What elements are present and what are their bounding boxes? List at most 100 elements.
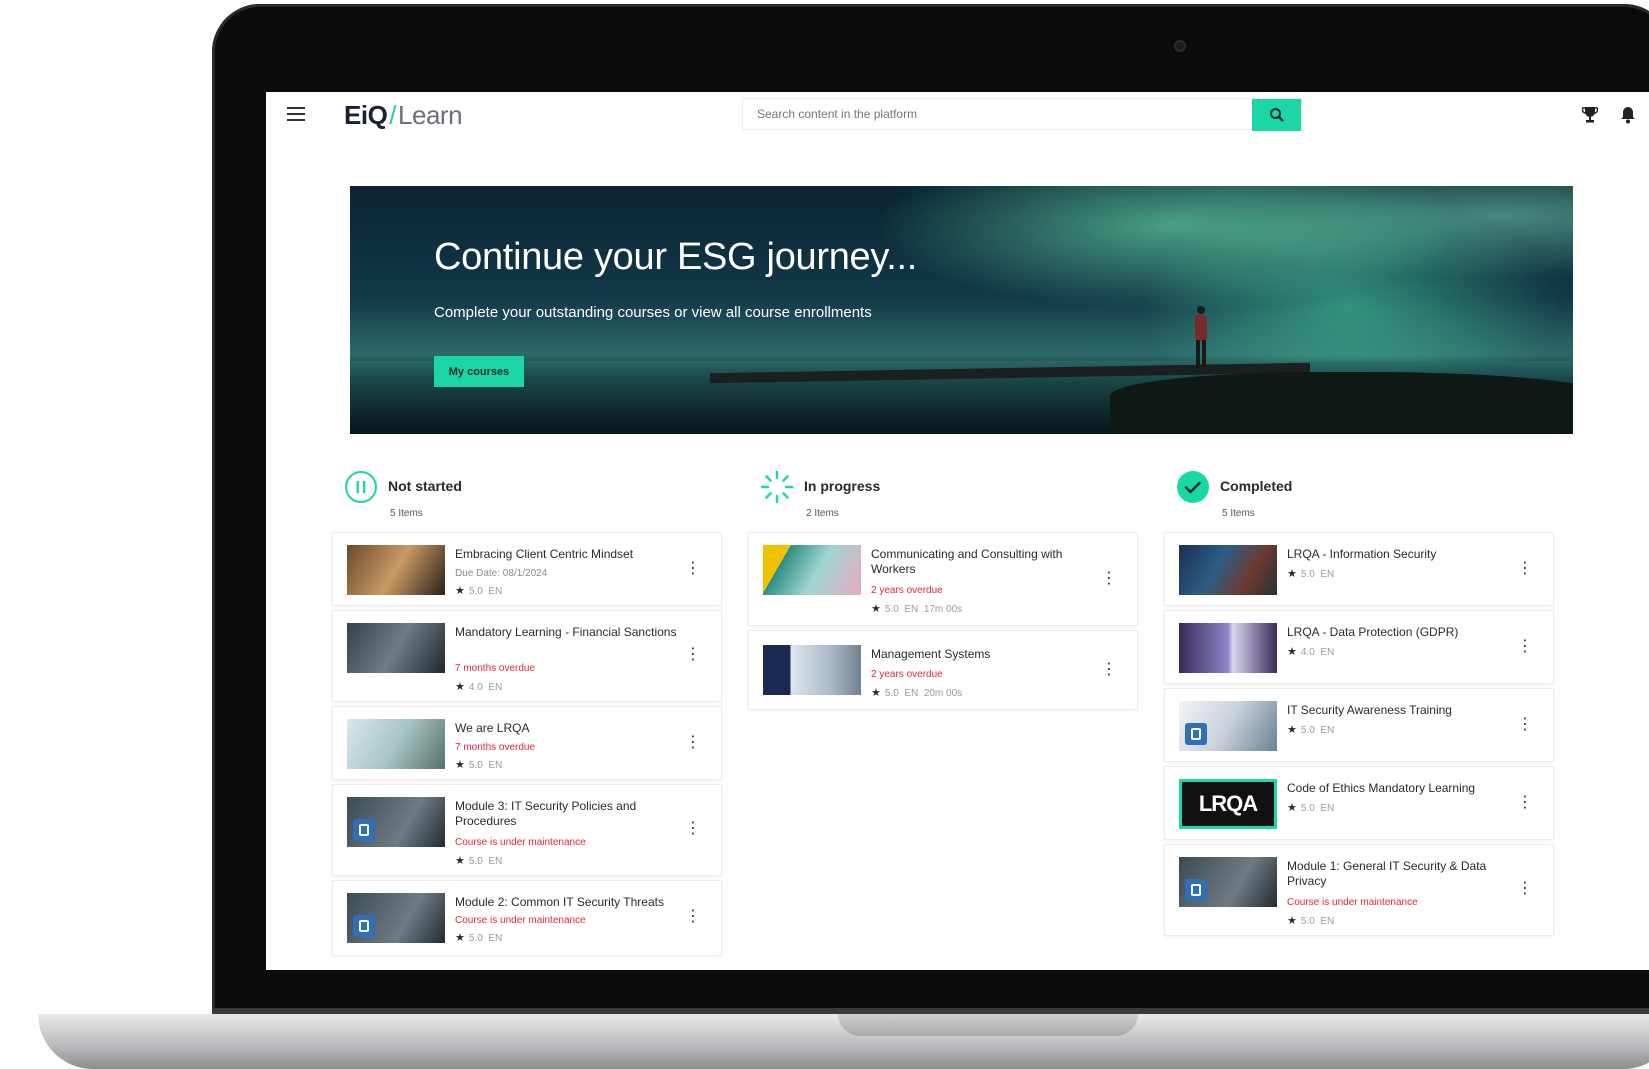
course-title: IT Security Awareness Training: [1287, 703, 1452, 717]
course-rating: ★ 5.0 EN 17m 00s: [871, 603, 963, 615]
due-date: Due Date: 08/1/2024: [455, 568, 548, 579]
column-completed: Completed 5 Items LRQA - Information Sec…: [1164, 470, 1554, 940]
maintenance-label: Course is under maintenance: [455, 915, 586, 926]
course-rating: ★ 5.0 EN: [1287, 802, 1335, 814]
kebab-icon[interactable]: ⋮: [1101, 571, 1117, 589]
course-title: LRQA - Data Protection (GDPR): [1287, 625, 1459, 639]
hero-banner: Continue your ESG journey... Complete yo…: [350, 186, 1573, 434]
course-card[interactable]: Module 1: General IT Security & Data Pri…: [1164, 844, 1554, 936]
my-courses-button[interactable]: My courses: [434, 356, 524, 387]
search-icon: [1269, 108, 1284, 122]
course-card[interactable]: LRQA Code of Ethics Mandatory Learning ★…: [1164, 766, 1554, 840]
column-in-progress: In progress 2 Items Communicating and Co…: [748, 470, 1138, 714]
column-count: 5 Items: [390, 508, 423, 519]
course-title: Module 1: General IT Security & Data Pri…: [1287, 859, 1487, 888]
column-count: 5 Items: [1222, 508, 1255, 519]
column-not-started: Not started 5 Items Embracing Client Cen…: [332, 470, 722, 960]
star-icon: ★: [1287, 915, 1297, 927]
column-count: 2 Items: [806, 508, 839, 519]
kebab-icon[interactable]: ⋮: [1101, 662, 1117, 680]
pause-icon: [345, 471, 377, 503]
camera-icon: [1174, 40, 1186, 52]
course-title: LRQA - Information Security: [1287, 547, 1437, 561]
course-thumbnail: [347, 545, 445, 595]
course-card[interactable]: IT Security Awareness Training ★ 5.0 EN ⋮: [1164, 688, 1554, 762]
search-bar: [742, 98, 1302, 131]
star-icon: ★: [871, 687, 881, 699]
course-thumbnail: [763, 645, 861, 695]
menu-icon[interactable]: [287, 107, 305, 121]
hero-subtitle: Complete your outstanding courses or vie…: [434, 304, 872, 321]
star-icon: ★: [1287, 724, 1297, 736]
course-title: Communicating and Consulting with Worker…: [871, 547, 1063, 576]
lock-icon: [1185, 723, 1207, 745]
course-card[interactable]: Communicating and Consulting with Worker…: [748, 532, 1138, 626]
bell-icon[interactable]: [1620, 106, 1636, 124]
course-card[interactable]: We are LRQA 7 months overdue ★ 5.0 EN ⋮: [332, 706, 722, 780]
kebab-icon[interactable]: ⋮: [1517, 639, 1533, 657]
kebab-icon[interactable]: ⋮: [1517, 717, 1533, 735]
course-title: Module 3: IT Security Policies and Proce…: [455, 799, 637, 828]
course-rating: ★ 5.0 EN: [1287, 915, 1335, 927]
kebab-icon[interactable]: ⋮: [685, 735, 701, 753]
kebab-icon[interactable]: ⋮: [685, 821, 701, 839]
course-title: Mandatory Learning - Financial Sanctions: [455, 625, 677, 639]
course-thumbnail: [1179, 857, 1277, 907]
course-title: Code of Ethics Mandatory Learning: [1287, 781, 1476, 795]
overdue-label: 7 months overdue: [455, 663, 536, 674]
course-card[interactable]: Embracing Client Centric Mindset Due Dat…: [332, 532, 722, 606]
top-bar: EiQ/Learn: [266, 92, 1649, 140]
laptop-base: [38, 1014, 1649, 1069]
course-rating: ★ 5.0 EN: [455, 932, 503, 944]
star-icon: ★: [455, 855, 465, 867]
course-rating: ★ 5.0 EN 20m 00s: [871, 687, 963, 699]
logo[interactable]: EiQ/Learn: [344, 100, 463, 131]
column-title: Completed: [1220, 478, 1293, 494]
lock-icon: [1185, 879, 1207, 901]
course-thumbnail: [347, 623, 445, 673]
course-thumbnail: [1179, 701, 1277, 751]
kebab-icon[interactable]: ⋮: [685, 909, 701, 927]
app-screen: EiQ/Learn Continue your ESG journey... C…: [266, 92, 1649, 970]
course-card[interactable]: Mandatory Learning - Financial Sanctions…: [332, 610, 722, 702]
course-card[interactable]: LRQA - Data Protection (GDPR) ★ 4.0 EN ⋮: [1164, 610, 1554, 684]
course-rating: ★ 5.0 EN: [1287, 724, 1335, 736]
course-card[interactable]: Module 2: Common IT Security Threats Cou…: [332, 880, 722, 956]
kebab-icon[interactable]: ⋮: [1517, 561, 1533, 579]
column-title: Not started: [388, 478, 462, 494]
column-title: In progress: [804, 478, 881, 494]
lrqa-logo: LRQA: [1179, 779, 1277, 829]
course-rating: ★ 5.0 EN: [455, 585, 503, 597]
course-thumbnail: [1179, 545, 1277, 595]
course-title: Management Systems: [871, 647, 991, 661]
course-title: Embracing Client Centric Mindset: [455, 547, 634, 561]
spinner-icon: [760, 470, 794, 504]
person-silhouette: [1195, 306, 1207, 368]
star-icon: ★: [1287, 568, 1297, 580]
kebab-icon[interactable]: ⋮: [685, 647, 701, 665]
star-icon: ★: [455, 759, 465, 771]
kebab-icon[interactable]: ⋮: [685, 561, 701, 579]
course-thumbnail: [347, 719, 445, 769]
star-icon: ★: [1287, 802, 1297, 814]
overdue-label: 7 months overdue: [455, 742, 536, 753]
course-thumbnail: [763, 545, 861, 595]
course-thumbnail: [347, 797, 445, 847]
course-card[interactable]: Module 3: IT Security Policies and Proce…: [332, 784, 722, 876]
course-rating: ★ 5.0 EN: [455, 759, 503, 771]
search-button[interactable]: [1252, 99, 1301, 131]
star-icon: ★: [871, 603, 881, 615]
check-icon: [1177, 471, 1209, 503]
kebab-icon[interactable]: ⋮: [1517, 881, 1533, 899]
trophy-icon[interactable]: [1582, 106, 1598, 124]
course-thumbnail: [1179, 623, 1277, 673]
maintenance-label: Course is under maintenance: [1287, 897, 1418, 908]
star-icon: ★: [455, 585, 465, 597]
course-rating: ★ 4.0 EN: [455, 681, 503, 693]
overdue-label: 2 years overdue: [871, 585, 943, 596]
search-input[interactable]: [743, 99, 1253, 129]
course-card[interactable]: Management Systems 2 years overdue ★ 5.0 …: [748, 630, 1138, 710]
kebab-icon[interactable]: ⋮: [1517, 795, 1533, 813]
course-card[interactable]: LRQA - Information Security ★ 5.0 EN ⋮: [1164, 532, 1554, 606]
star-icon: ★: [1287, 646, 1297, 658]
